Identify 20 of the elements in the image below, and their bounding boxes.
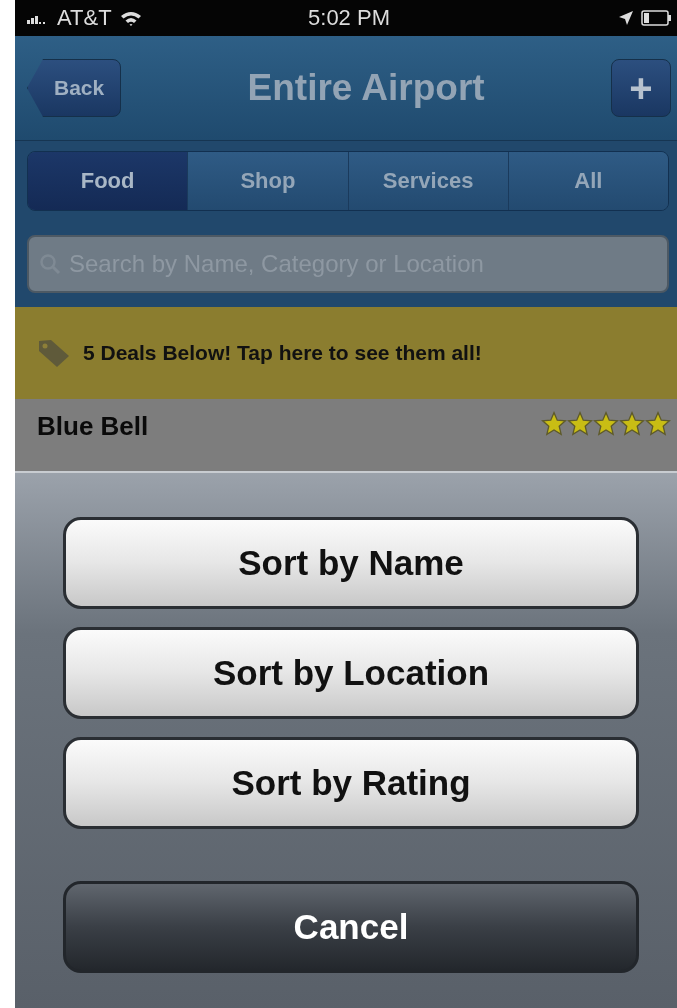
carrier-name: AT&T: [57, 5, 112, 31]
screen-title: Entire Airport: [247, 67, 485, 109]
deals-banner[interactable]: 5 Deals Below! Tap here to see them all!: [15, 307, 677, 399]
back-button[interactable]: Back: [27, 59, 122, 117]
clock-time: 5:02 PM: [308, 5, 390, 31]
wifi-icon: [119, 10, 142, 26]
add-button[interactable]: +: [611, 59, 671, 117]
cancel-button[interactable]: Cancel: [63, 881, 639, 973]
battery-icon: [641, 10, 671, 26]
sort-option-button[interactable]: Sort by Location: [63, 627, 639, 719]
category-tab[interactable]: All: [508, 152, 668, 210]
category-tab[interactable]: Food: [28, 152, 189, 210]
place-name: Blue Bell: [37, 411, 149, 442]
category-tab[interactable]: Services: [348, 152, 509, 210]
location-arrow-icon: [619, 11, 633, 25]
sort-option-button[interactable]: Sort by Name: [63, 517, 639, 609]
tag-icon: [37, 338, 71, 368]
deals-text: 5 Deals Below! Tap here to see them all!: [83, 341, 482, 365]
category-tab[interactable]: Shop: [188, 152, 349, 210]
sort-option-button[interactable]: Sort by Rating: [63, 737, 639, 829]
